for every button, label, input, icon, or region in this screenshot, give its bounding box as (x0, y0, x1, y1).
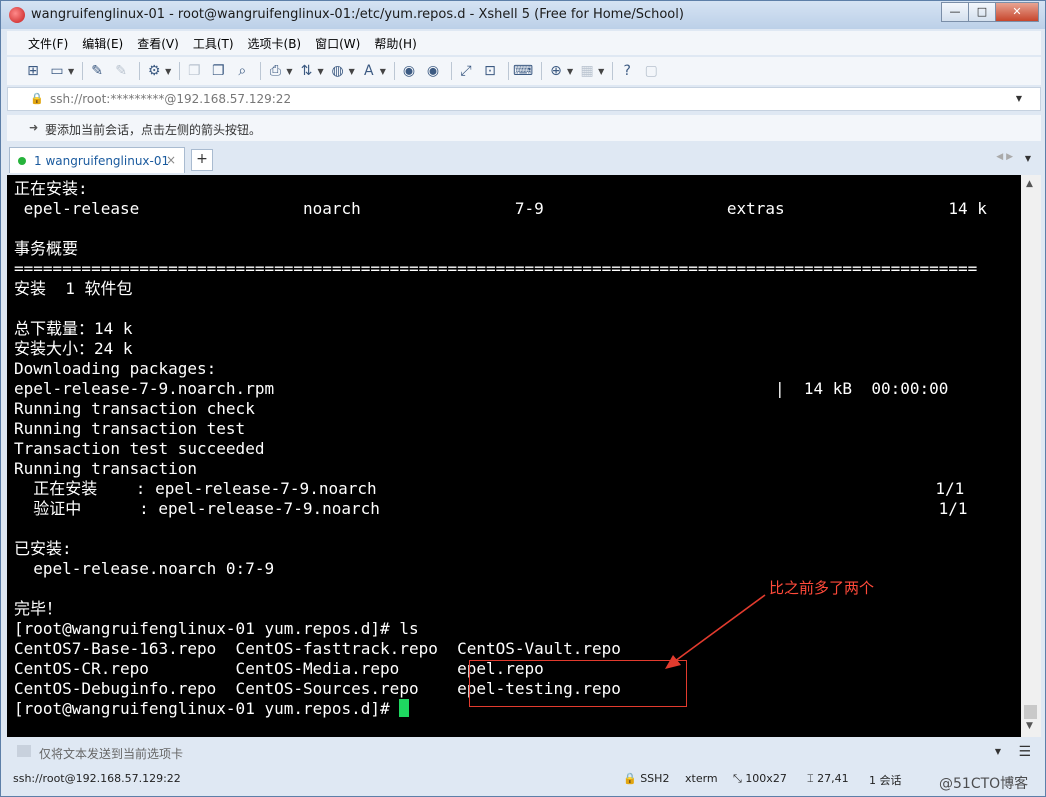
toolbar-divider (393, 62, 395, 80)
compose-icon (17, 745, 31, 757)
status-size: ⤡ 100x27 (733, 772, 787, 786)
disconnect-icon[interactable]: ✎ (111, 61, 131, 81)
toolbar-divider (507, 62, 509, 80)
connect-icon[interactable]: ✎ (87, 61, 107, 81)
add-tab-button[interactable]: + (191, 149, 213, 171)
compose-bar: 仅将文本发送到当前选项卡 ▼ ☰ (7, 741, 1041, 763)
size-icon: ⤡ (733, 772, 742, 785)
new-tab-icon[interactable]: ⊕ (546, 61, 566, 81)
toolbar-divider (450, 62, 452, 80)
session-tab[interactable]: 1 wangruifenglinux-01 × (9, 147, 185, 173)
window-title: wangruifenglinux-01 - root@wangruifengli… (31, 7, 684, 22)
compose-input[interactable]: 仅将文本发送到当前选项卡 (39, 745, 183, 762)
menu-help[interactable]: 帮助(H) (367, 35, 423, 52)
connected-status-icon (18, 157, 26, 165)
status-protocol: 🔒 SSH2 (623, 772, 669, 785)
font-caret-icon[interactable]: ▼ (380, 67, 386, 76)
scroll-down-icon[interactable]: ▼ (1026, 721, 1033, 731)
xagent-icon[interactable]: ◉ (423, 61, 443, 81)
properties-caret-icon[interactable]: ▼ (165, 67, 171, 76)
compose-menu-icon[interactable]: ☰ (1018, 744, 1031, 760)
new-tab-caret-icon[interactable]: ▼ (567, 67, 573, 76)
address-input[interactable]: ssh://root:*********@192.168.57.129:22 (50, 92, 291, 106)
open-caret-icon[interactable]: ▼ (68, 67, 74, 76)
tab-scroll-icon[interactable]: ◀ ▶ (996, 152, 1013, 162)
open-folder-icon[interactable]: ▭ (47, 61, 67, 81)
properties-icon[interactable]: ⚙ (144, 61, 164, 81)
xftp-icon[interactable]: ◉ (399, 61, 419, 81)
layout-caret-icon[interactable]: ▼ (598, 67, 604, 76)
annotation-arrow (665, 594, 766, 669)
menu-file[interactable]: 文件(F) (21, 35, 75, 52)
address-bar[interactable]: 🔒 ssh://root:*********@192.168.57.129:22… (7, 87, 1041, 111)
menu-edit[interactable]: 编辑(E) (75, 35, 130, 52)
toolbar-divider (540, 62, 542, 80)
chat-icon[interactable]: ▢ (641, 61, 661, 81)
status-protocol-label: SSH2 (640, 772, 670, 785)
session-hint-bar: ➜ 要添加当前会话，点击左侧的箭头按钮。 (7, 115, 1041, 141)
terminal-output[interactable]: 正在安装: epel-release noarch 7-9 extras 14 … (7, 175, 1021, 737)
globe-icon[interactable]: ◍ (328, 61, 348, 81)
scroll-thumb[interactable] (1024, 705, 1037, 719)
status-connection: ssh://root@192.168.57.129:22 (13, 772, 181, 785)
transfer-icon[interactable]: ⇅ (296, 61, 316, 81)
session-tab-label: 1 wangruifenglinux-01 (34, 154, 170, 168)
lock-icon: 🔒 (30, 92, 44, 105)
cursor-pos-icon: ⌶ (807, 772, 814, 785)
toolbar-divider (139, 62, 141, 80)
find-icon[interactable]: ⌕ (232, 61, 252, 81)
print-icon[interactable]: ⎙ (265, 61, 285, 81)
help-icon[interactable]: ? (617, 61, 637, 81)
toolbar-divider (179, 62, 181, 80)
tab-bar: 1 wangruifenglinux-01 × + ◀ ▶ ▼ (7, 145, 1041, 173)
toolbar-divider (612, 62, 614, 80)
lock-toolbar-icon[interactable]: ⊡ (480, 61, 500, 81)
terminal-scrollbar[interactable]: ▲ ▼ (1021, 175, 1041, 737)
menu-bar: 文件(F) 编辑(E) 查看(V) 工具(T) 选项卡(B) 窗口(W) 帮助(… (7, 31, 1041, 55)
title-bar[interactable]: wangruifenglinux-01 - root@wangruifengli… (1, 1, 1045, 29)
menu-tools[interactable]: 工具(T) (186, 35, 241, 52)
keyboard-icon[interactable]: ⌨ (513, 61, 533, 81)
arrow-bookmark-icon[interactable]: ➜ (29, 121, 38, 134)
status-sessions: 1 会话 (869, 774, 902, 787)
app-window: wangruifenglinux-01 - root@wangruifengli… (0, 0, 1046, 797)
session-hint-text: 要添加当前会话，点击左侧的箭头按钮。 (45, 123, 262, 137)
print-caret-icon[interactable]: ▼ (286, 67, 292, 76)
menu-view[interactable]: 查看(V) (130, 35, 186, 52)
status-size-label: 100x27 (745, 772, 787, 785)
transfer-caret-icon[interactable]: ▼ (317, 67, 323, 76)
tab-list-icon[interactable]: ▼ (1025, 154, 1031, 163)
annotation-arrow-line (670, 594, 766, 665)
close-button[interactable]: ✕ (995, 2, 1039, 22)
window-controls: — □ ✕ (941, 2, 1039, 22)
maximize-button[interactable]: □ (968, 2, 996, 22)
paste-icon[interactable]: ❐ (208, 61, 228, 81)
scroll-up-icon[interactable]: ▲ (1026, 179, 1033, 189)
status-term: xterm (685, 772, 718, 785)
font-icon[interactable]: A (359, 61, 379, 81)
layout-icon[interactable]: ▦ (577, 61, 597, 81)
status-cursor-label: 27,41 (817, 772, 849, 785)
protocol-lock-icon: 🔒 (623, 772, 637, 785)
xshell-icon (9, 7, 25, 23)
tab-close-icon[interactable]: × (166, 153, 176, 167)
toolbar: ⊞ ▭ ▼ ✎ ✎ ⚙ ▼ ❐ ❐ ⌕ ⎙ ▼ ⇅ ▼ ◍ ▼ A ▼ ◉ ◉ ⤢ ⊡ ⌨ … (7, 57, 1041, 85)
toolbar-divider (260, 62, 262, 80)
new-session-icon[interactable]: ⊞ (23, 61, 43, 81)
watermark-text: @51CTO博客 (939, 776, 1029, 792)
minimize-button[interactable]: — (941, 2, 969, 22)
status-cursor: ⌶ 27,41 (807, 772, 849, 786)
menu-window[interactable]: 窗口(W) (308, 35, 367, 52)
annotation-arrow-head (665, 655, 681, 669)
fullscreen-icon[interactable]: ⤢ (456, 61, 476, 81)
menu-tabs[interactable]: 选项卡(B) (241, 35, 309, 52)
toolbar-divider (82, 62, 84, 80)
copy-icon[interactable]: ❐ (184, 61, 204, 81)
status-bar: ssh://root@192.168.57.129:22 🔒 SSH2 xter… (7, 767, 1041, 791)
compose-dropdown-icon[interactable]: ▼ (995, 747, 1001, 756)
address-dropdown-icon[interactable]: ▼ (1016, 94, 1022, 103)
globe-caret-icon[interactable]: ▼ (349, 67, 355, 76)
